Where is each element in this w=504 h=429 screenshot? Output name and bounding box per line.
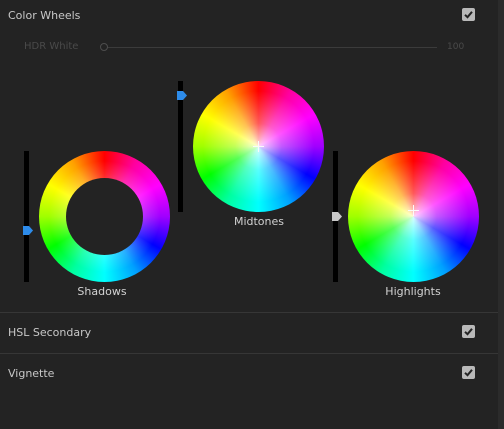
shadows-label: Shadows bbox=[77, 285, 127, 298]
section-title-vignette: Vignette bbox=[8, 367, 55, 380]
hdr-white-slider-knob[interactable] bbox=[100, 43, 108, 51]
hdr-white-label: HDR White bbox=[24, 41, 79, 52]
section-title-color-wheels: Color Wheels bbox=[8, 9, 81, 22]
shadows-slider-handle[interactable] bbox=[23, 226, 33, 235]
midtones-crosshair-icon[interactable] bbox=[253, 141, 264, 152]
shadows-slider-track[interactable] bbox=[24, 151, 29, 282]
highlights-handle-shape bbox=[332, 212, 342, 221]
shadows-color-wheel[interactable] bbox=[39, 151, 170, 282]
highlights-slider-handle[interactable] bbox=[332, 212, 342, 221]
vignette-checkbox[interactable] bbox=[462, 366, 475, 379]
divider bbox=[0, 312, 498, 313]
color-wheels-checkbox[interactable] bbox=[462, 8, 475, 21]
highlights-color-wheel[interactable] bbox=[348, 151, 479, 282]
midtones-color-wheel[interactable] bbox=[193, 81, 324, 212]
highlights-wheel-gradient bbox=[348, 151, 479, 282]
hsl-secondary-checkbox[interactable] bbox=[462, 325, 475, 338]
shadows-handle-shape bbox=[23, 226, 33, 235]
hdr-white-slider-track[interactable] bbox=[104, 47, 437, 48]
hdr-white-value: 100 bbox=[447, 42, 465, 52]
highlights-crosshair-icon[interactable] bbox=[408, 205, 419, 216]
midtones-handle-shape bbox=[177, 91, 187, 100]
highlights-label: Highlights bbox=[385, 285, 441, 298]
divider bbox=[0, 353, 498, 354]
section-title-hsl-secondary: HSL Secondary bbox=[8, 326, 92, 339]
checkmark-icon bbox=[464, 369, 473, 377]
midtones-slider-handle[interactable] bbox=[177, 91, 187, 100]
checkmark-icon bbox=[464, 328, 473, 336]
checkmark-icon bbox=[464, 11, 473, 19]
midtones-label: Midtones bbox=[233, 215, 285, 228]
midtones-slider-track[interactable] bbox=[178, 81, 183, 212]
panel-scrollbar-gutter[interactable] bbox=[498, 0, 504, 429]
shadows-wheel-center bbox=[66, 178, 143, 255]
